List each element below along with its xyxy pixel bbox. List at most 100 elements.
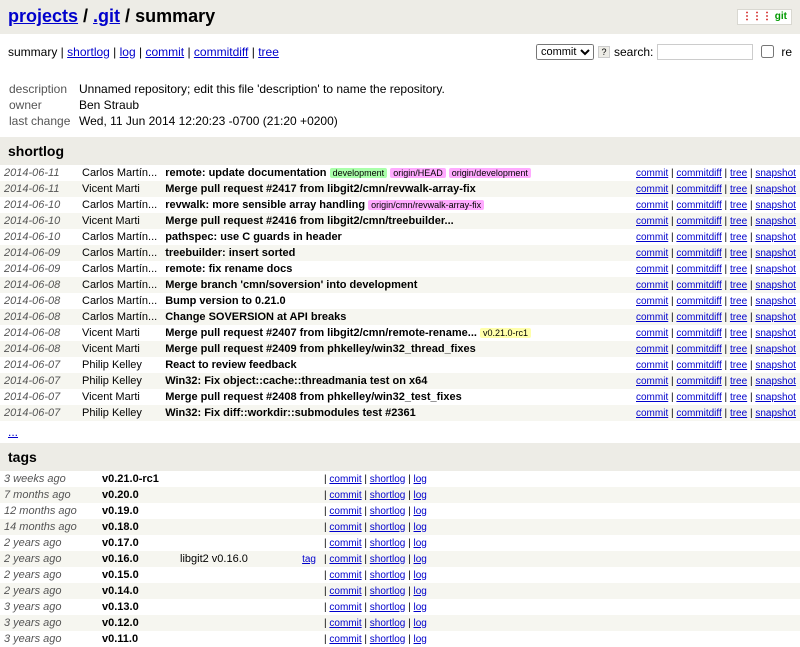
nav-shortlog[interactable]: shortlog xyxy=(67,45,110,59)
tree-link[interactable]: tree xyxy=(730,184,747,195)
tree-link[interactable]: tree xyxy=(730,312,747,323)
snapshot-link[interactable]: snapshot xyxy=(755,200,796,211)
shortlog-link[interactable]: shortlog xyxy=(370,618,406,629)
tree-link[interactable]: tree xyxy=(730,296,747,307)
tree-link[interactable]: tree xyxy=(730,344,747,355)
log-link[interactable]: log xyxy=(414,506,427,517)
tag-name[interactable]: v0.12.0 xyxy=(98,615,176,631)
tree-link[interactable]: tree xyxy=(730,264,747,275)
commit-link[interactable]: commit xyxy=(636,376,668,387)
commitdiff-link[interactable]: commitdiff xyxy=(676,200,721,211)
shortlog-link[interactable]: shortlog xyxy=(370,474,406,485)
commit-link[interactable]: commit xyxy=(329,538,361,549)
tree-link[interactable]: tree xyxy=(730,168,747,179)
commitdiff-link[interactable]: commitdiff xyxy=(676,360,721,371)
commitdiff-link[interactable]: commitdiff xyxy=(676,168,721,179)
commitdiff-link[interactable]: commitdiff xyxy=(676,280,721,291)
tag-name[interactable]: v0.19.0 xyxy=(98,503,176,519)
shortlog-link[interactable]: shortlog xyxy=(370,554,406,565)
commit-link[interactable]: commit xyxy=(329,554,361,565)
snapshot-link[interactable]: snapshot xyxy=(755,296,796,307)
log-link[interactable]: log xyxy=(414,570,427,581)
tag-name[interactable]: v0.13.0 xyxy=(98,599,176,615)
commitdiff-link[interactable]: commitdiff xyxy=(676,296,721,307)
tree-link[interactable]: tree xyxy=(730,376,747,387)
log-link[interactable]: log xyxy=(414,634,427,645)
commit-link[interactable]: commit xyxy=(636,392,668,403)
commitdiff-link[interactable]: commitdiff xyxy=(676,328,721,339)
log-link[interactable]: log xyxy=(414,554,427,565)
commit-link[interactable]: commit xyxy=(329,474,361,485)
tree-link[interactable]: tree xyxy=(730,232,747,243)
snapshot-link[interactable]: snapshot xyxy=(755,248,796,259)
snapshot-link[interactable]: snapshot xyxy=(755,376,796,387)
shortlog-link[interactable]: shortlog xyxy=(370,522,406,533)
nav-commit[interactable]: commit xyxy=(145,45,184,59)
commitdiff-link[interactable]: commitdiff xyxy=(676,232,721,243)
tree-link[interactable]: tree xyxy=(730,392,747,403)
regex-checkbox[interactable] xyxy=(761,45,774,58)
tag-name[interactable]: v0.20.0 xyxy=(98,487,176,503)
commit-link[interactable]: commit xyxy=(329,634,361,645)
commit-link[interactable]: commit xyxy=(636,264,668,275)
tag-name[interactable]: v0.15.0 xyxy=(98,567,176,583)
tag-link[interactable]: tag xyxy=(302,554,316,565)
tag-name[interactable]: v0.18.0 xyxy=(98,519,176,535)
snapshot-link[interactable]: snapshot xyxy=(755,216,796,227)
nav-commitdiff[interactable]: commitdiff xyxy=(194,45,248,59)
log-link[interactable]: log xyxy=(414,474,427,485)
commit-link[interactable]: commit xyxy=(636,248,668,259)
ref-tag[interactable]: v0.21.0-rc1 xyxy=(480,328,531,338)
tree-link[interactable]: tree xyxy=(730,280,747,291)
commit-link[interactable]: commit xyxy=(636,312,668,323)
tag-name[interactable]: v0.21.0-rc1 xyxy=(98,471,176,487)
tree-link[interactable]: tree xyxy=(730,328,747,339)
snapshot-link[interactable]: snapshot xyxy=(755,232,796,243)
commit-link[interactable]: commit xyxy=(329,586,361,597)
log-link[interactable]: log xyxy=(414,522,427,533)
commitdiff-link[interactable]: commitdiff xyxy=(676,408,721,419)
commit-link[interactable]: commit xyxy=(329,602,361,613)
commit-link[interactable]: commit xyxy=(636,344,668,355)
commit-link[interactable]: commit xyxy=(636,232,668,243)
breadcrumb-root[interactable]: projects xyxy=(8,6,78,26)
snapshot-link[interactable]: snapshot xyxy=(755,344,796,355)
search-input[interactable] xyxy=(657,44,753,60)
nav-log[interactable]: log xyxy=(120,45,136,59)
commit-link[interactable]: commit xyxy=(636,168,668,179)
commit-link[interactable]: commit xyxy=(636,184,668,195)
commit-link[interactable]: commit xyxy=(636,408,668,419)
commitdiff-link[interactable]: commitdiff xyxy=(676,248,721,259)
shortlog-link[interactable]: shortlog xyxy=(370,634,406,645)
tag-name[interactable]: v0.17.0 xyxy=(98,535,176,551)
breadcrumb-repo[interactable]: .git xyxy=(93,6,120,26)
log-link[interactable]: log xyxy=(414,538,427,549)
commit-link[interactable]: commit xyxy=(636,328,668,339)
ref-tag[interactable]: origin/development xyxy=(449,168,531,178)
commitdiff-link[interactable]: commitdiff xyxy=(676,184,721,195)
commit-link[interactable]: commit xyxy=(636,360,668,371)
ref-tag[interactable]: origin/HEAD xyxy=(390,168,446,178)
snapshot-link[interactable]: snapshot xyxy=(755,312,796,323)
commit-link[interactable]: commit xyxy=(636,216,668,227)
commit-link[interactable]: commit xyxy=(329,522,361,533)
shortlog-link[interactable]: shortlog xyxy=(370,586,406,597)
commitdiff-link[interactable]: commitdiff xyxy=(676,216,721,227)
snapshot-link[interactable]: snapshot xyxy=(755,360,796,371)
tree-link[interactable]: tree xyxy=(730,216,747,227)
log-link[interactable]: log xyxy=(414,490,427,501)
snapshot-link[interactable]: snapshot xyxy=(755,328,796,339)
snapshot-link[interactable]: snapshot xyxy=(755,184,796,195)
snapshot-link[interactable]: snapshot xyxy=(755,392,796,403)
shortlog-link[interactable]: shortlog xyxy=(370,490,406,501)
commitdiff-link[interactable]: commitdiff xyxy=(676,312,721,323)
shortlog-link[interactable]: shortlog xyxy=(370,538,406,549)
tree-link[interactable]: tree xyxy=(730,200,747,211)
commitdiff-link[interactable]: commitdiff xyxy=(676,264,721,275)
tree-link[interactable]: tree xyxy=(730,408,747,419)
shortlog-link[interactable]: shortlog xyxy=(370,506,406,517)
shortlog-link[interactable]: shortlog xyxy=(370,570,406,581)
tree-link[interactable]: tree xyxy=(730,248,747,259)
help-icon[interactable]: ? xyxy=(598,46,610,58)
snapshot-link[interactable]: snapshot xyxy=(755,408,796,419)
